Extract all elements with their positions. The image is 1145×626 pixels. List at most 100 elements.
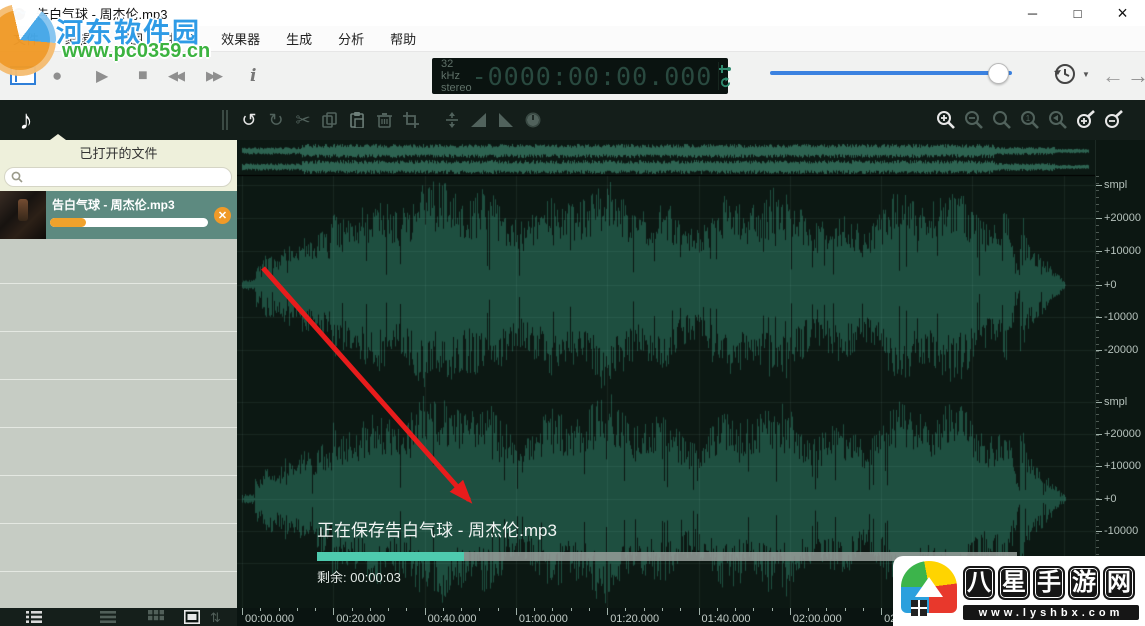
timeline-major-tick [699, 608, 700, 615]
undo-button[interactable]: ↺ [240, 111, 258, 129]
loop-mode-icon[interactable] [720, 77, 731, 88]
timeline-minor-tick [406, 608, 407, 611]
info-button[interactable]: i [250, 52, 256, 100]
scale-tick [1096, 434, 1102, 435]
fast-forward-button[interactable]: ▶▶ [206, 52, 220, 100]
nav-forward-button[interactable]: → [1127, 52, 1145, 100]
app-icon [12, 5, 28, 21]
sidebar-header-label: 已打开的文件 [79, 143, 157, 162]
toolbar-grip[interactable] [222, 110, 230, 130]
scale-label: smpl [1104, 396, 1127, 408]
timeline-minor-tick [461, 608, 462, 611]
edit-buttons: ↺ ↻ ✂ [240, 100, 542, 140]
zoom-one-to-one-button[interactable]: 1 [1020, 110, 1040, 130]
redo-button[interactable]: ↻ [267, 111, 285, 129]
display-options [718, 62, 731, 90]
timeline-label: 00:00.000 [245, 613, 294, 625]
scale-tick [1096, 350, 1102, 351]
zoom-in-button[interactable] [936, 110, 956, 130]
timeline-minor-tick [717, 608, 718, 611]
timeline-minor-tick [644, 608, 645, 611]
timeline-minor-tick [753, 608, 754, 611]
fade-in-button[interactable] [470, 111, 488, 129]
menu-view[interactable]: 视图 [104, 29, 156, 48]
scale-tick [1096, 285, 1102, 286]
cut-button[interactable]: ✂ [294, 111, 312, 129]
zoom-selection-button[interactable] [1048, 110, 1068, 130]
grid-view-button[interactable] [148, 610, 164, 624]
selection-mode-button[interactable] [10, 66, 36, 85]
menu-analyze[interactable]: 分析 [325, 29, 377, 48]
menu-help[interactable]: 帮助 [377, 29, 429, 48]
marker-mode-icon[interactable] [719, 64, 731, 74]
gain-button[interactable] [443, 111, 461, 129]
search-input[interactable] [4, 167, 232, 187]
timeline-minor-tick [863, 608, 864, 611]
zoom-fit-button[interactable] [992, 110, 1012, 130]
watermark-char: 网 [1103, 566, 1135, 600]
timeline-minor-tick [662, 608, 663, 611]
stop-button[interactable]: ■ [138, 52, 148, 100]
sort-order-button[interactable]: ⇅ [210, 610, 226, 624]
minimize-button[interactable]: ─ [1010, 0, 1055, 26]
timeline-minor-tick [826, 608, 827, 611]
timeline-minor-tick [845, 608, 846, 611]
history-button[interactable] [1052, 61, 1078, 87]
channel-mode-label: stereo [441, 82, 472, 94]
zoom-buttons: 1 [936, 100, 1124, 140]
list-view-button[interactable] [100, 610, 116, 624]
format-label: 32 kHz stereo [432, 58, 472, 94]
time-display: 32 kHz stereo -0000:00:00.000 [432, 58, 728, 94]
vertical-zoom-out-button[interactable] [1104, 110, 1124, 130]
delete-button[interactable] [375, 111, 393, 129]
normalize-knob-button[interactable] [524, 111, 542, 129]
crop-button[interactable] [402, 111, 420, 129]
thumbnail-view-button[interactable] [184, 610, 200, 624]
timeline-major-tick [607, 608, 608, 615]
maximize-button[interactable]: □ [1055, 0, 1100, 26]
selection-mode-icon [15, 69, 17, 82]
timeline-minor-tick [297, 608, 298, 611]
saving-message: 正在保存告白气球 - 周杰伦.mp3 [317, 516, 1027, 541]
menu-edit[interactable]: 编辑 [52, 29, 104, 48]
scale-label: +20000 [1104, 428, 1141, 440]
vertical-zoom-in-button[interactable] [1076, 110, 1096, 130]
timeline-minor-tick [534, 608, 535, 611]
play-button[interactable]: ▶ [96, 52, 108, 100]
close-button[interactable]: × [1100, 0, 1145, 26]
amplitude-scale: smpl+20000+10000+0-10000-20000smpl+20000… [1095, 140, 1145, 608]
timeline-minor-tick [315, 608, 316, 611]
nav-back-button[interactable]: ← [1102, 52, 1124, 100]
fade-out-button[interactable] [497, 111, 515, 129]
active-tab-notch [50, 134, 66, 140]
scale-label: +0 [1104, 493, 1117, 505]
watermark-char: 游 [1068, 566, 1100, 600]
detail-view-button[interactable] [26, 610, 42, 624]
timeline-major-tick [333, 608, 334, 615]
timeline-minor-tick [680, 608, 681, 611]
rewind-button[interactable]: ◀◀ [168, 52, 182, 100]
scale-label: -20000 [1104, 344, 1138, 356]
history-dropdown-caret[interactable]: ▼ [1082, 70, 1090, 79]
scale-label: +20000 [1104, 212, 1141, 224]
scale-tick [1096, 531, 1102, 532]
timeline-minor-tick [279, 608, 280, 611]
timeline-major-tick [516, 608, 517, 615]
volume-slider-handle[interactable] [988, 63, 1009, 84]
file-list-item[interactable]: 告白气球 - 周杰伦.mp3 ✕ [0, 191, 237, 239]
menu-control[interactable]: 控制 [156, 29, 208, 48]
scale-tick [1096, 185, 1102, 186]
menu-effects[interactable]: 效果器 [208, 29, 273, 48]
file-tab-music-note-icon[interactable]: ♪ [8, 100, 44, 140]
paste-button[interactable] [348, 111, 366, 129]
menu-generate[interactable]: 生成 [273, 29, 325, 48]
record-button[interactable]: ● [52, 52, 62, 100]
copy-button[interactable] [321, 111, 339, 129]
remove-file-button[interactable]: ✕ [214, 207, 231, 224]
timeline-minor-tick [370, 608, 371, 611]
watermark-char: 手 [1033, 566, 1065, 600]
timeline-major-tick [242, 608, 243, 615]
volume-slider[interactable] [770, 71, 1012, 75]
menu-file[interactable]: 文件 [0, 29, 52, 48]
zoom-out-button[interactable] [964, 110, 984, 130]
